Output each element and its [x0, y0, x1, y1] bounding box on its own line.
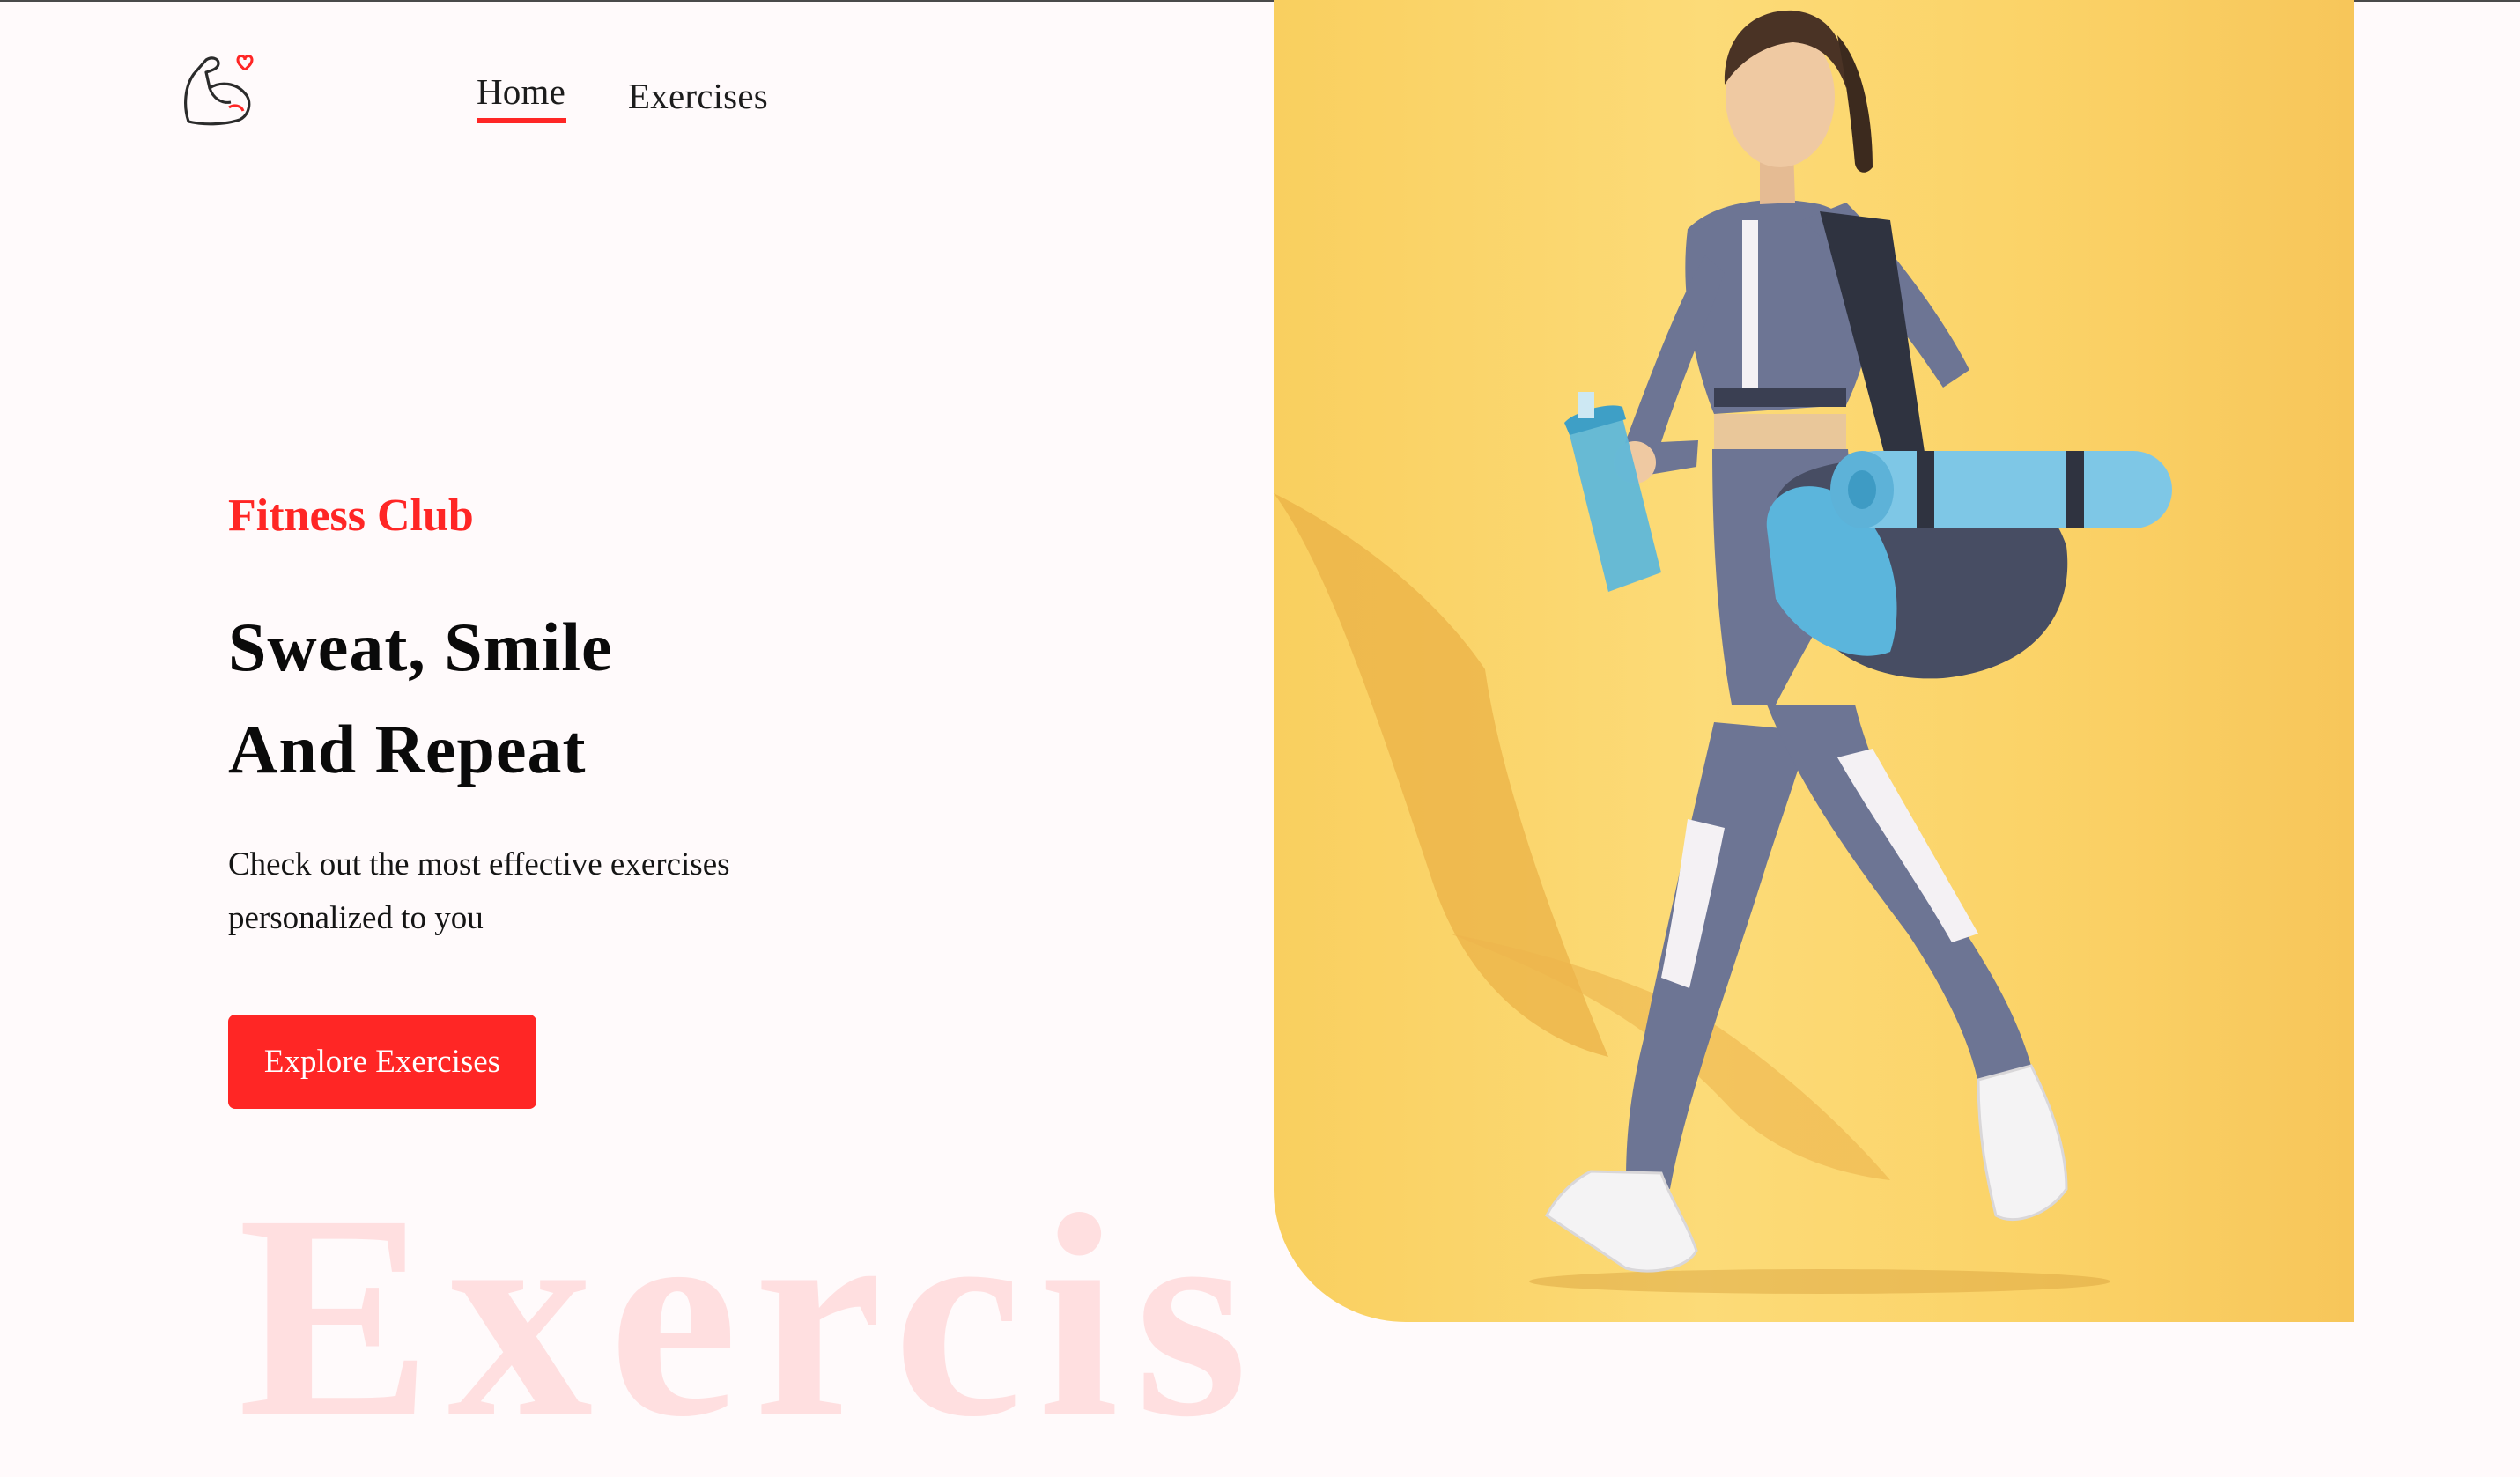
flexed-arm-heart-icon[interactable]: [180, 51, 257, 129]
nav-active-underline: [477, 118, 566, 123]
hero-headline-line1: Sweat, Smile: [228, 609, 613, 685]
explore-exercises-button[interactable]: Explore Exercises: [228, 1015, 536, 1109]
woman-walking-illustration: [1274, 10, 2172, 1294]
hero-banner-image: [1274, 0, 2354, 1322]
background-watermark-text: Exercis: [238, 1156, 1264, 1477]
nav-link-exercises[interactable]: Exercises: [628, 75, 768, 117]
hero-description-line2: personalized to you: [228, 900, 484, 936]
hero-headline-line2: And Repeat: [228, 711, 587, 787]
nav-link-home[interactable]: Home: [477, 70, 565, 113]
hero-description-line1: Check out the most effective exercises: [228, 846, 730, 883]
hero-kicker: Fitness Club: [228, 491, 474, 541]
